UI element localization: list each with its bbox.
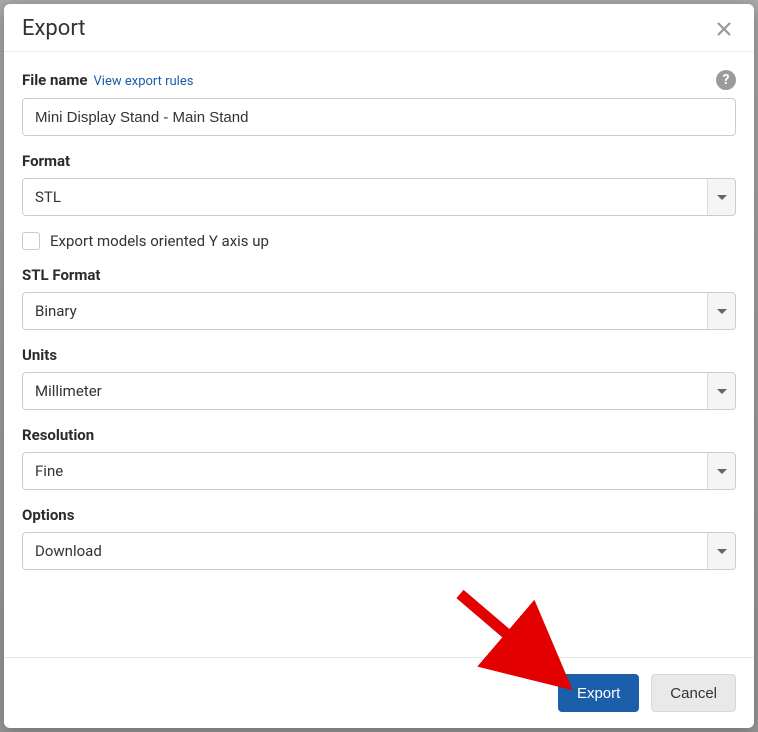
view-export-rules-link[interactable]: View export rules bbox=[94, 74, 194, 89]
close-icon[interactable] bbox=[712, 17, 736, 41]
units-select[interactable]: Millimeter bbox=[22, 372, 736, 410]
units-value: Millimeter bbox=[35, 382, 102, 400]
dialog-body: File name View export rules ? Format STL… bbox=[4, 52, 754, 657]
resolution-select[interactable]: Fine bbox=[22, 452, 736, 490]
options-label: Options bbox=[22, 506, 74, 524]
file-name-label: File name bbox=[22, 71, 88, 89]
options-group: Options Download bbox=[22, 506, 736, 570]
y-axis-checkbox[interactable] bbox=[22, 232, 40, 250]
stl-format-label: STL Format bbox=[22, 266, 101, 284]
units-group: Units Millimeter bbox=[22, 346, 736, 410]
stl-format-group: STL Format Binary bbox=[22, 266, 736, 330]
dialog-header: Export bbox=[4, 4, 754, 52]
export-dialog: Export File name View export rules ? For… bbox=[4, 4, 754, 728]
units-label: Units bbox=[22, 346, 57, 364]
resolution-label: Resolution bbox=[22, 426, 94, 444]
help-icon[interactable]: ? bbox=[716, 70, 736, 90]
options-value: Download bbox=[35, 542, 102, 560]
dialog-footer: Export Cancel bbox=[4, 657, 754, 728]
resolution-value: Fine bbox=[35, 462, 63, 480]
format-select[interactable]: STL bbox=[22, 178, 736, 216]
format-label: Format bbox=[22, 152, 70, 170]
file-name-group: File name View export rules ? bbox=[22, 70, 736, 136]
export-button[interactable]: Export bbox=[558, 674, 639, 712]
stl-format-value: Binary bbox=[35, 302, 77, 320]
options-select[interactable]: Download bbox=[22, 532, 736, 570]
cancel-button[interactable]: Cancel bbox=[651, 674, 736, 712]
y-axis-checkbox-label[interactable]: Export models oriented Y axis up bbox=[50, 232, 269, 250]
resolution-group: Resolution Fine bbox=[22, 426, 736, 490]
y-axis-checkbox-row: Export models oriented Y axis up bbox=[22, 232, 736, 250]
format-value: STL bbox=[35, 188, 61, 206]
format-group: Format STL bbox=[22, 152, 736, 216]
stl-format-select[interactable]: Binary bbox=[22, 292, 736, 330]
dialog-title: Export bbox=[22, 16, 86, 41]
file-name-input[interactable] bbox=[22, 98, 736, 136]
